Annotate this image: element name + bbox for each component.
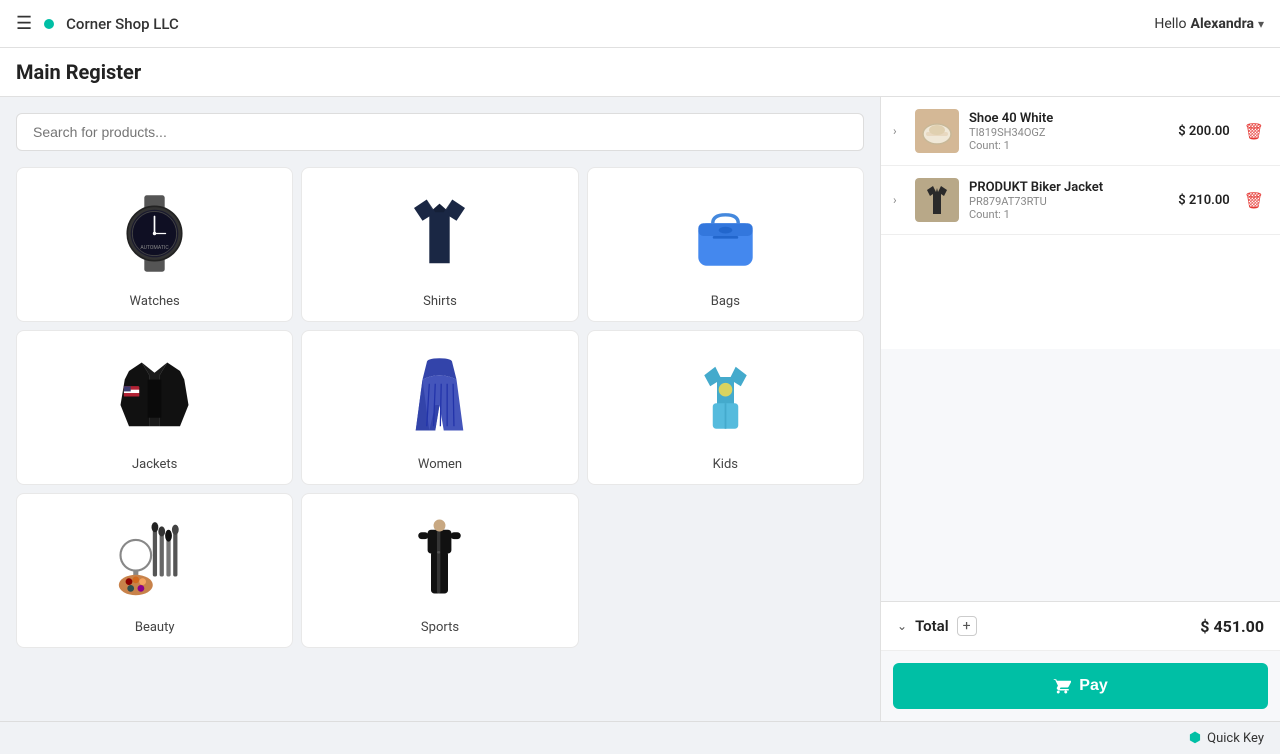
total-chevron[interactable]: ⌄ (897, 619, 907, 633)
category-image-sports (310, 506, 569, 612)
page-title: Main Register (16, 60, 1264, 84)
category-label-watches: Watches (130, 294, 180, 309)
cart-item: › PRODUKT Biker Jacket PR879AT73RTU Coun… (881, 166, 1280, 235)
category-label-kids: Kids (713, 457, 738, 472)
cart-item-name-1: Shoe 40 White (969, 111, 1160, 126)
category-image-beauty (25, 506, 284, 612)
pay-button[interactable]: Pay (893, 663, 1268, 709)
header-left: ☰ Corner Shop LLC (16, 13, 179, 34)
cart-item-sku-2: PR879AT73RTU (969, 195, 1160, 208)
cart-item-sku-1: TI819SH34OGZ (969, 126, 1160, 139)
category-card-bags[interactable]: Bags (587, 167, 864, 322)
brand-dot (44, 19, 54, 29)
cart-item-name-2: PRODUKT Biker Jacket (969, 180, 1160, 195)
category-image-shirts (310, 180, 569, 286)
category-label-bags: Bags (711, 294, 740, 309)
cart-item-info-2: PRODUKT Biker Jacket PR879AT73RTU Count:… (969, 180, 1160, 221)
brand-name: Corner Shop LLC (66, 15, 179, 33)
cart-item-info-1: Shoe 40 White TI819SH34OGZ Count: 1 (969, 111, 1160, 152)
cart-item-price-1: $ 200.00 (1170, 124, 1230, 139)
category-card-beauty[interactable]: Beauty (16, 493, 293, 648)
category-card-kids[interactable]: Kids (587, 330, 864, 485)
svg-text:AUTOMATIC: AUTOMATIC (141, 244, 170, 250)
pay-label: Pay (1079, 677, 1107, 695)
user-menu-chevron: ▾ (1258, 17, 1264, 31)
category-card-sports[interactable]: Sports (301, 493, 578, 648)
category-label-women: Women (418, 457, 462, 472)
category-card-jackets[interactable]: Jackets (16, 330, 293, 485)
category-image-jackets (25, 343, 284, 449)
main-layout: AUTOMATIC Watches Shirts (0, 97, 1280, 721)
cart-item-thumb-2 (915, 178, 959, 222)
category-card-watches[interactable]: AUTOMATIC Watches (16, 167, 293, 322)
search-input[interactable] (16, 113, 864, 151)
cart-icon (1053, 677, 1071, 695)
user-greeting[interactable]: Hello Alexandra ▾ (1154, 16, 1264, 32)
cart-item-thumb-1 (915, 109, 959, 153)
category-label-beauty: Beauty (135, 620, 175, 635)
cart-item-count-2: Count: 1 (969, 208, 1160, 221)
total-plus-button[interactable]: + (957, 616, 977, 636)
cart-item-count-1: Count: 1 (969, 139, 1160, 152)
cart-item-delete-1[interactable]: 🗑 (1240, 118, 1268, 145)
total-row: ⌄ Total + $ 451.00 (881, 602, 1280, 651)
category-label-shirts: Shirts (423, 294, 457, 309)
total-amount: $ 451.00 (1200, 617, 1264, 636)
quick-key-icon: ⬢ (1189, 730, 1201, 746)
cart-empty-space (881, 349, 1280, 601)
header: ☰ Corner Shop LLC Hello Alexandra ▾ (0, 0, 1280, 48)
cart-item: › Shoe 40 White TI819SH34OGZ Count: 1 $ … (881, 97, 1280, 166)
total-label: Total (915, 617, 949, 635)
category-grid: AUTOMATIC Watches Shirts (16, 167, 864, 648)
left-panel: AUTOMATIC Watches Shirts (0, 97, 880, 721)
category-label-sports: Sports (421, 620, 459, 635)
cart-item-price-2: $ 210.00 (1170, 193, 1230, 208)
cart-item-chevron[interactable]: › (893, 124, 905, 138)
page-title-bar: Main Register (0, 48, 1280, 97)
quick-key-label[interactable]: Quick Key (1207, 731, 1264, 746)
cart-item-chevron-2[interactable]: › (893, 193, 905, 207)
menu-icon[interactable]: ☰ (16, 13, 32, 34)
total-left: ⌄ Total + (897, 616, 977, 636)
right-panel: › Shoe 40 White TI819SH34OGZ Count: 1 $ … (880, 97, 1280, 721)
category-label-jackets: Jackets (132, 457, 177, 472)
quick-key-bar: ⬢ Quick Key (0, 721, 1280, 754)
greeting-text: Hello (1154, 16, 1186, 32)
category-image-watches: AUTOMATIC (25, 180, 284, 286)
category-card-shirts[interactable]: Shirts (301, 167, 578, 322)
category-image-kids (596, 343, 855, 449)
cart-items: › Shoe 40 White TI819SH34OGZ Count: 1 $ … (881, 97, 1280, 349)
cart-item-delete-2[interactable]: 🗑 (1240, 187, 1268, 214)
category-image-women (310, 343, 569, 449)
cart-footer: ⌄ Total + $ 451.00 Pay (881, 601, 1280, 721)
category-image-bags (596, 180, 855, 286)
category-card-women[interactable]: Women (301, 330, 578, 485)
user-name: Alexandra (1191, 16, 1254, 32)
